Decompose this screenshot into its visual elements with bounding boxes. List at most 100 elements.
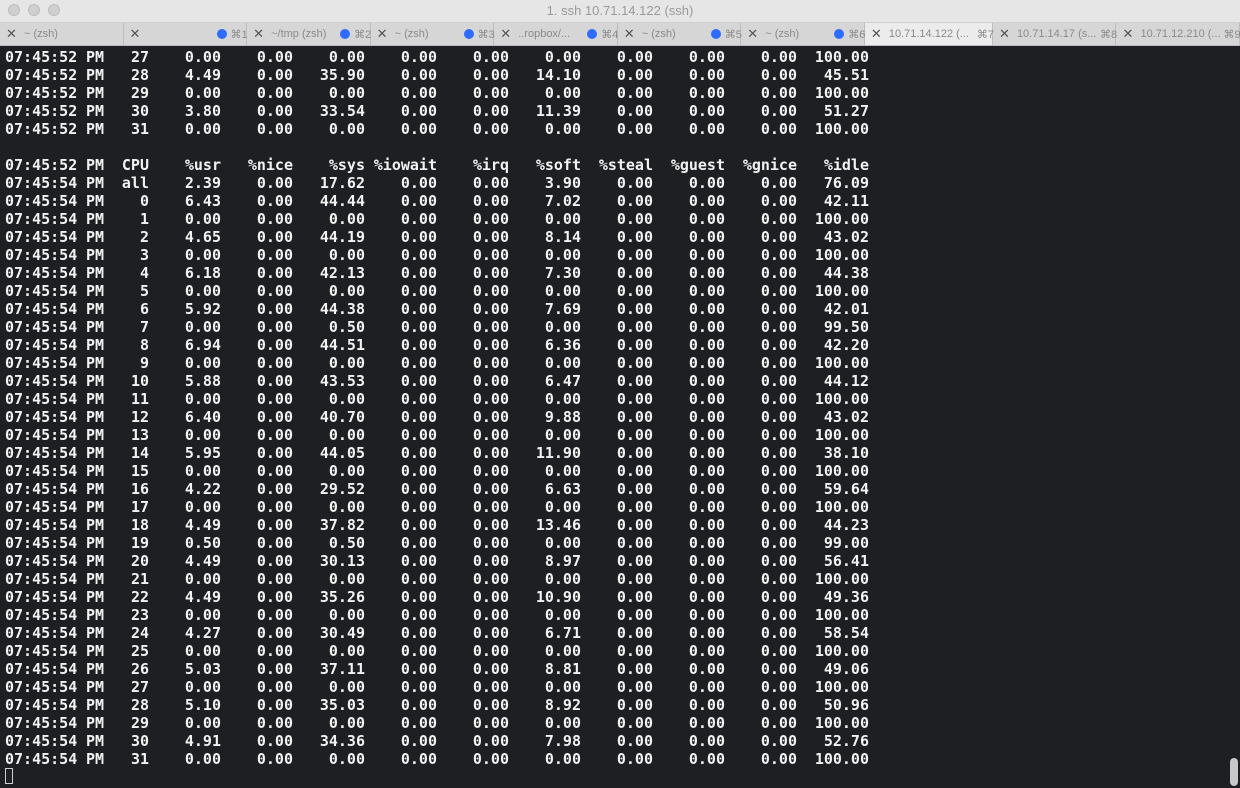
- terminal-cell: PM: [85, 606, 104, 624]
- terminal-cell: 0.00: [760, 354, 797, 372]
- terminal-cell: 0.00: [616, 444, 653, 462]
- terminal-line: 07:45:52 PM 29 0.00 0.00 0.00 0.00 0.00 0.00 0.00…: [5, 84, 885, 102]
- terminal-cell: 07:45:54: [5, 480, 78, 498]
- terminal-line: 07:45:54 PM 25 0.00 0.00 0.00 0.00 0.00 0.00 0.00…: [5, 642, 885, 660]
- terminal-cell: 12: [130, 408, 149, 426]
- terminal-cell: 0.00: [688, 84, 725, 102]
- close-tab-icon[interactable]: ✕: [624, 26, 635, 42]
- terminal-cell: 0.00: [616, 498, 653, 516]
- tab-7[interactable]: ✕ ~ (zsh) ⌘6: [741, 23, 865, 45]
- terminal-cell: PM: [85, 678, 104, 696]
- terminal-cell: 14: [130, 444, 149, 462]
- terminal-line: 07:45:54 PM all 2.39 0.00 17.62 0.00 0.00 3.90 0.…: [5, 174, 885, 192]
- terminal-cell: 0.00: [184, 678, 221, 696]
- terminal-cell: 0.00: [688, 588, 725, 606]
- terminal-line: 07:45:54 PM 29 0.00 0.00 0.00 0.00 0.00 0.00 0.00…: [5, 714, 885, 732]
- scrollbar-thumb[interactable]: [1230, 758, 1238, 786]
- terminal-cell: 0.00: [472, 624, 509, 642]
- close-tab-icon[interactable]: ✕: [500, 26, 511, 42]
- terminal-cell: 0.00: [256, 174, 293, 192]
- close-tab-icon[interactable]: ✕: [130, 26, 141, 42]
- terminal-cell: 0.00: [688, 732, 725, 750]
- terminal-cell: 5.88: [184, 372, 221, 390]
- close-tab-icon[interactable]: ✕: [6, 26, 17, 42]
- terminal-cell: 0.00: [256, 282, 293, 300]
- terminal-cell: 44.44: [319, 192, 365, 210]
- terminal-cell: 07:45:54: [5, 210, 78, 228]
- tab-4[interactable]: ✕ ~ (zsh) ⌘3: [371, 23, 495, 45]
- terminal-cell: 0.00: [400, 318, 437, 336]
- terminal-cell: PM: [85, 570, 104, 588]
- terminal-cell: 0.00: [616, 336, 653, 354]
- terminal-cell: PM: [85, 120, 104, 138]
- terminal-cell: 07:45:54: [5, 282, 78, 300]
- terminal-cell: 0.00: [256, 462, 293, 480]
- tab-10[interactable]: ✕ 10.71.12.210 (... ⌘9: [1116, 23, 1240, 45]
- terminal-cell: PM: [85, 660, 104, 678]
- terminal-cell: 6.43: [184, 192, 221, 210]
- terminal-cell: 0.00: [256, 714, 293, 732]
- terminal-cell: 0.00: [760, 102, 797, 120]
- terminal-cell: 07:45:54: [5, 606, 78, 624]
- terminal-cell: 4.27: [184, 624, 221, 642]
- terminal-cell: 07:45:54: [5, 408, 78, 426]
- terminal-cell: 0.00: [616, 606, 653, 624]
- terminal-scrollbar[interactable]: [1228, 46, 1240, 788]
- tab-2[interactable]: ✕ ⌘1: [124, 23, 248, 45]
- terminal-cell: 0.00: [400, 174, 437, 192]
- close-tab-icon[interactable]: ✕: [871, 26, 882, 42]
- terminal-cell: 0.00: [616, 246, 653, 264]
- terminal-line: 07:45:54 PM 1 0.00 0.00 0.00 0.00 0.00 0.00 0.00 0…: [5, 210, 885, 228]
- tab-6[interactable]: ✕ ~ (zsh) ⌘5: [618, 23, 742, 45]
- terminal-cell: 0.00: [616, 696, 653, 714]
- close-tab-icon[interactable]: ✕: [377, 26, 388, 42]
- terminal-cell: 37.11: [319, 660, 365, 678]
- close-tab-icon[interactable]: ✕: [999, 26, 1010, 42]
- terminal-cell: 0.00: [328, 354, 365, 372]
- close-tab-icon[interactable]: ✕: [747, 26, 758, 42]
- terminal-cell: 0.00: [328, 678, 365, 696]
- close-tab-icon[interactable]: ✕: [253, 26, 264, 42]
- terminal-cell: 0.00: [544, 246, 581, 264]
- terminal-cell: 0.00: [328, 750, 365, 768]
- terminal-cell: %steal: [598, 156, 653, 174]
- terminal-line: 07:45:54 PM 14 5.95 0.00 44.05 0.00 0.00 11.90 0.…: [5, 444, 885, 462]
- terminal-cell: 35.03: [319, 696, 365, 714]
- terminal-output[interactable]: 07:45:52 PM 27 0.00 0.00 0.00 0.00 0.00 0.00 0.00…: [0, 46, 1226, 788]
- tab-3[interactable]: ✕ ~/tmp (zsh) ⌘2: [247, 23, 371, 45]
- terminal-cell: 0.00: [256, 750, 293, 768]
- terminal-cell: 44.19: [319, 228, 365, 246]
- terminal-cell: 0.00: [400, 228, 437, 246]
- terminal-cell: 35.26: [319, 588, 365, 606]
- terminal-cell: 0.00: [616, 750, 653, 768]
- terminal-cell: 0.00: [256, 678, 293, 696]
- terminal-cell: 0.00: [688, 174, 725, 192]
- terminal-cell: 14.10: [535, 66, 581, 84]
- terminal-cell: 16: [130, 480, 149, 498]
- terminal-cell: 100.00: [814, 390, 869, 408]
- terminal-cell: 43.02: [823, 408, 869, 426]
- terminal-cell: 0.00: [688, 462, 725, 480]
- terminal-cell: 4.91: [184, 732, 221, 750]
- terminal-cell: 0.00: [472, 426, 509, 444]
- tab-label: ~/tmp (zsh): [271, 28, 327, 40]
- terminal-cell: 0.00: [760, 174, 797, 192]
- terminal-line: 07:45:54 PM 26 5.03 0.00 37.11 0.00 0.00 8.81 0.0…: [5, 660, 885, 678]
- terminal-cell: 0.00: [472, 192, 509, 210]
- tab-1[interactable]: ✕ ~ (zsh): [0, 23, 124, 45]
- tab-5[interactable]: ✕ ..ropbox/... ⌘4: [494, 23, 618, 45]
- terminal-cell: 17.62: [319, 174, 365, 192]
- terminal-cell: 44.51: [319, 336, 365, 354]
- terminal-cell: 100.00: [814, 426, 869, 444]
- terminal-cell: 0.00: [472, 642, 509, 660]
- close-tab-icon[interactable]: ✕: [1122, 26, 1133, 42]
- terminal-cell: 23: [130, 606, 149, 624]
- terminal-cell: 0.00: [688, 102, 725, 120]
- tab-9[interactable]: ✕ 10.71.14.17 (s... ⌘8: [993, 23, 1117, 45]
- terminal-cell: 0.00: [400, 696, 437, 714]
- terminal-cell: 07:45:54: [5, 570, 78, 588]
- terminal-cell: 43.02: [823, 228, 869, 246]
- terminal-cell: 0.00: [616, 120, 653, 138]
- terminal-cell: 07:45:54: [5, 696, 78, 714]
- tab-8[interactable]: ✕ 10.71.14.122 (... ⌘7: [864, 23, 994, 45]
